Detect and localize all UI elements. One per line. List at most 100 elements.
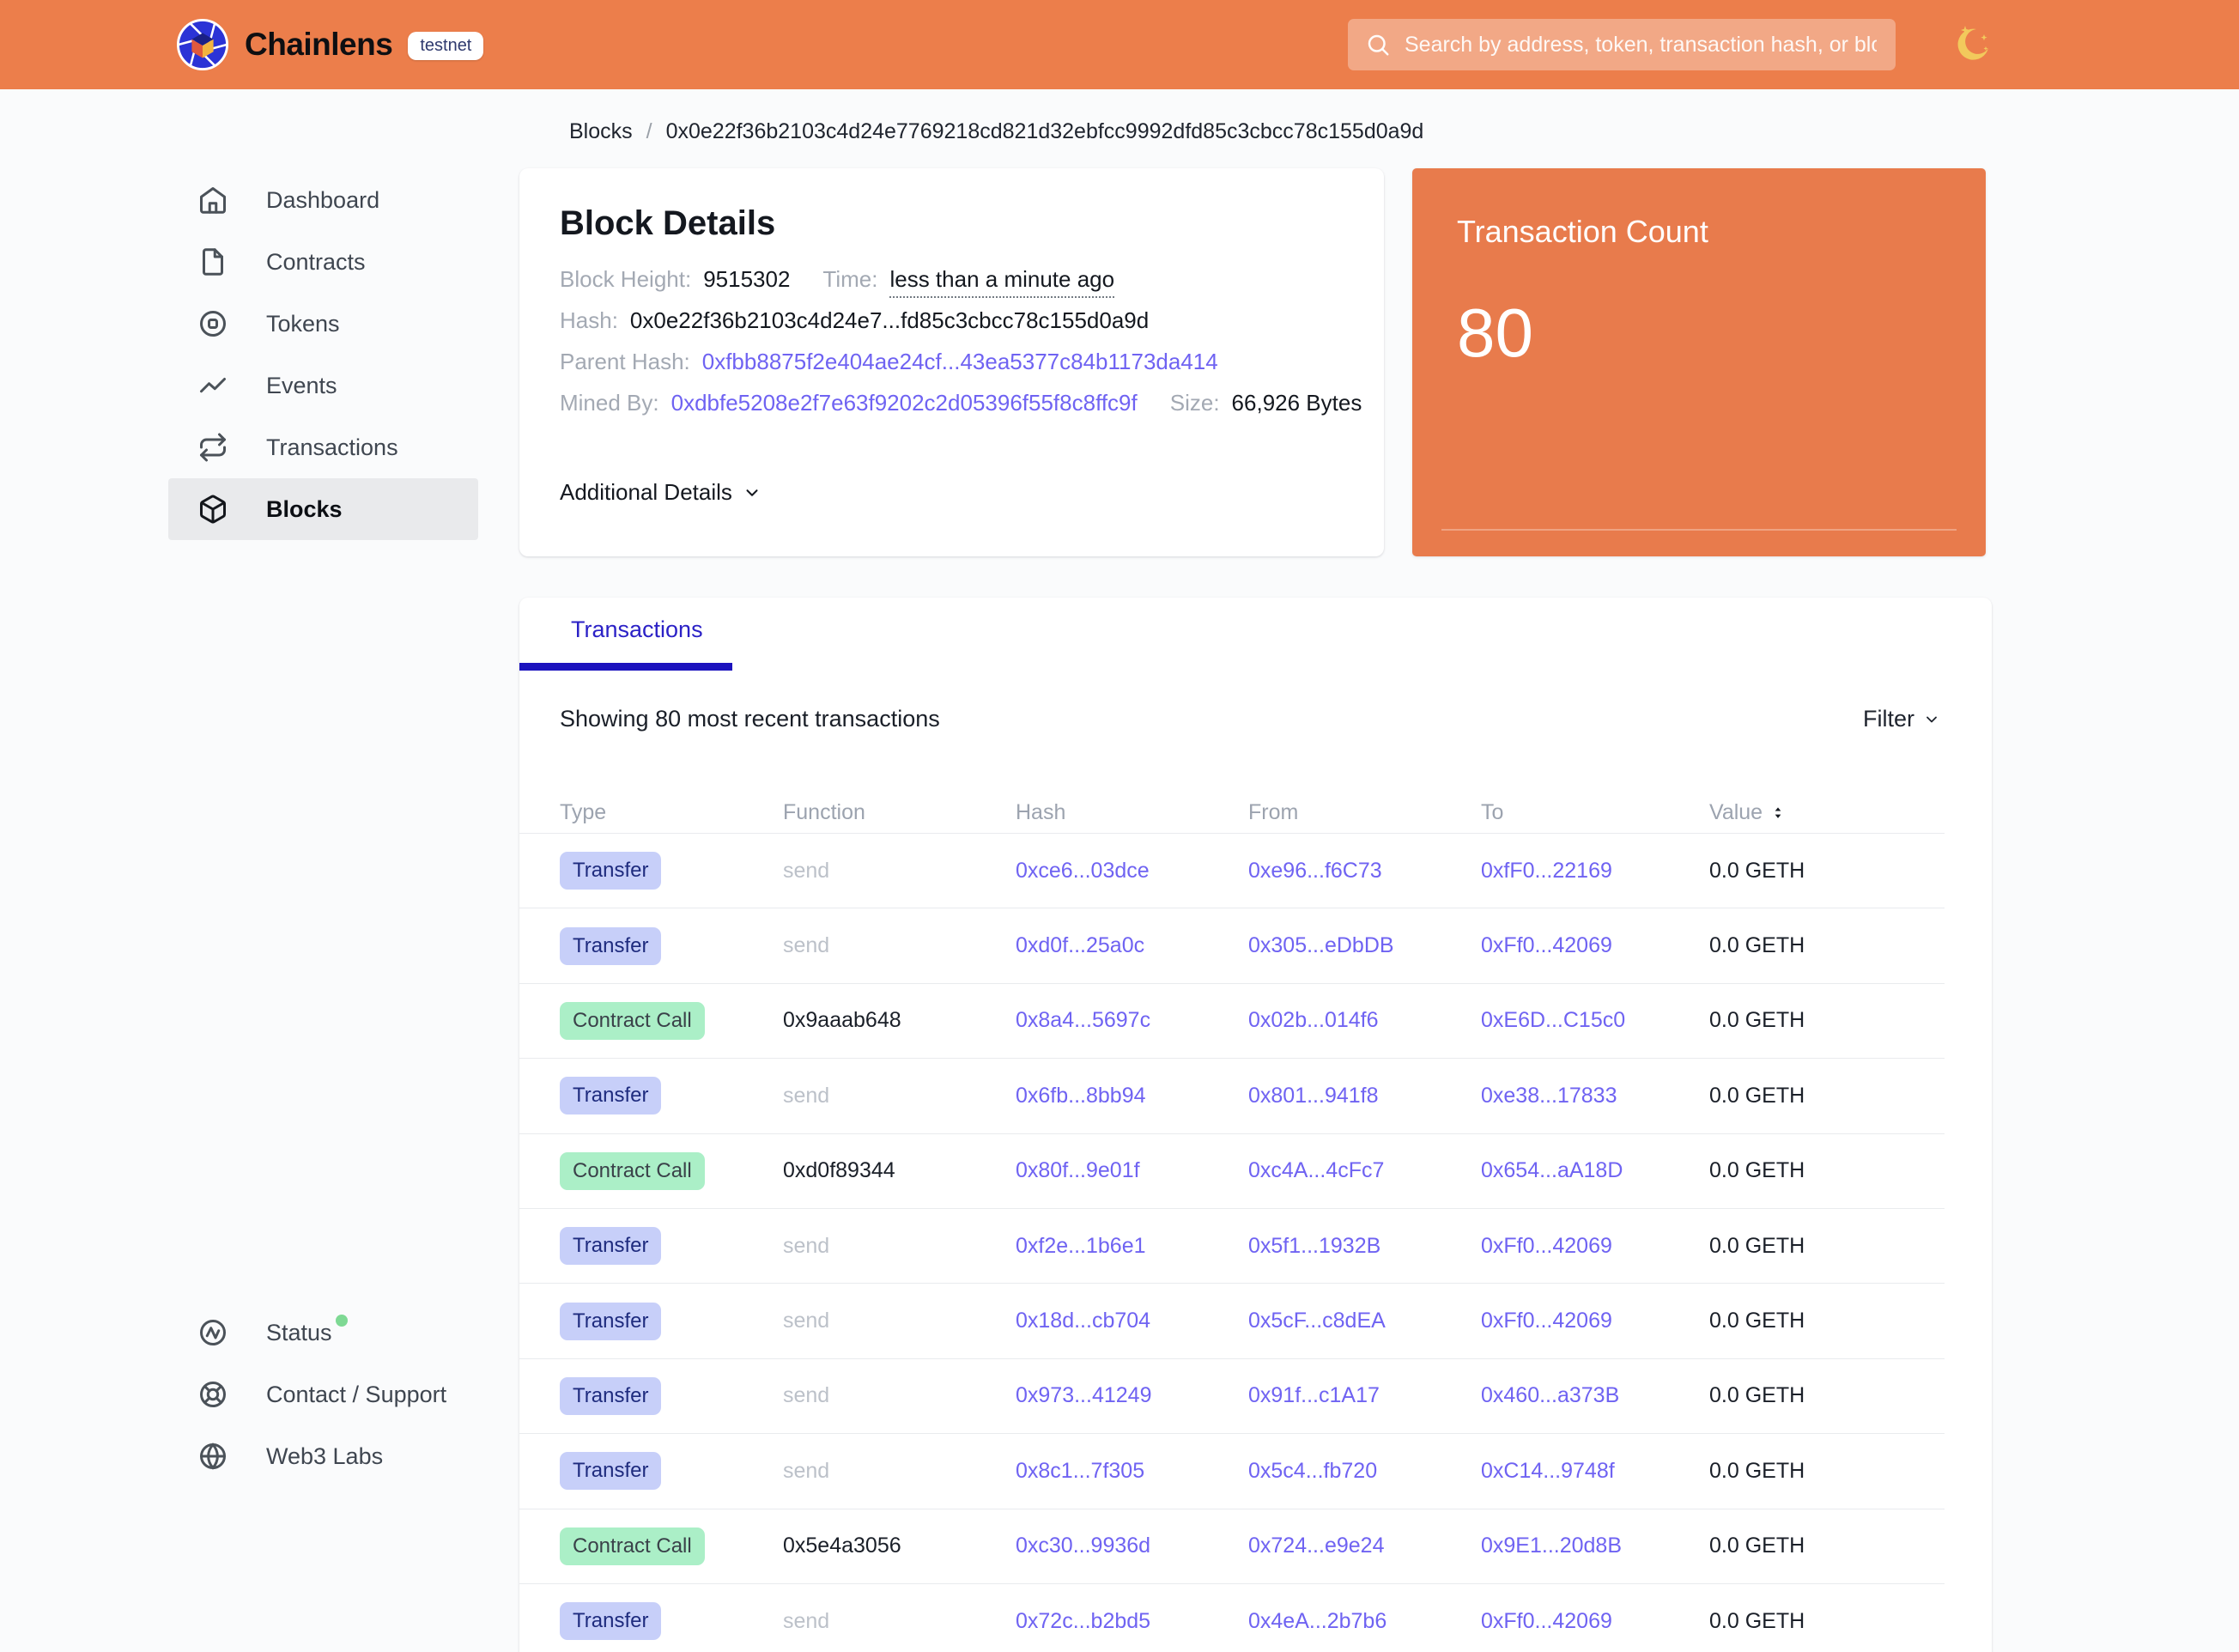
tx-value: 0.0 GETH: [1709, 1609, 1945, 1634]
mined-by-link[interactable]: 0xdbfe5208e2f7e63f9202c2d05396f55f8c8ffc…: [671, 390, 1138, 416]
sidebar-item-web3-labs[interactable]: Web3 Labs: [168, 1425, 478, 1487]
tx-from-link[interactable]: 0x305...eDbDB: [1248, 933, 1394, 957]
sidebar-item-blocks[interactable]: Blocks: [168, 478, 478, 540]
search-bar[interactable]: [1348, 19, 1896, 70]
tx-to-link[interactable]: 0xFf0...42069: [1481, 933, 1612, 957]
sort-icon: [1769, 805, 1787, 822]
tx-function: send: [783, 1309, 1016, 1333]
mined-by-label: Mined By:: [560, 390, 659, 416]
tx-hash-link[interactable]: 0xce6...03dce: [1016, 859, 1150, 883]
transaction-row: Transfer send 0xce6...03dce 0xe96...f6C7…: [519, 834, 1945, 908]
brand-name[interactable]: Chainlens: [245, 27, 392, 63]
tx-function: 0x9aaab648: [783, 1008, 1016, 1033]
block-details-card: Block Details Block Height: 9515302 Time…: [519, 168, 1384, 556]
tx-from-link[interactable]: 0x5cF...c8dEA: [1248, 1309, 1386, 1333]
tx-to-link[interactable]: 0x460...a373B: [1481, 1383, 1619, 1407]
tx-to-link[interactable]: 0x654...aA18D: [1481, 1158, 1623, 1182]
sidebar-item-dashboard[interactable]: Dashboard: [168, 169, 478, 231]
tx-to-link[interactable]: 0xfF0...22169: [1481, 859, 1612, 883]
col-header-type: Type: [560, 800, 783, 825]
tx-type-badge: Transfer: [560, 927, 661, 965]
transaction-count-value: 80: [1457, 294, 1986, 373]
tx-function: 0xd0f89344: [783, 1158, 1016, 1183]
tx-hash-link[interactable]: 0x18d...cb704: [1016, 1309, 1150, 1333]
size-value: 66,926 Bytes: [1232, 390, 1362, 416]
tx-value: 0.0 GETH: [1709, 1158, 1945, 1183]
tx-type-badge: Transfer: [560, 1602, 661, 1640]
tx-hash-link[interactable]: 0x6fb...8bb94: [1016, 1084, 1146, 1108]
sidebar-item-label: Web3 Labs: [266, 1443, 383, 1470]
tx-to-link[interactable]: 0xE6D...C15c0: [1481, 1008, 1625, 1032]
mined-by-row: Mined By: 0xdbfe5208e2f7e63f9202c2d05396…: [560, 390, 1350, 431]
tx-value: 0.0 GETH: [1709, 1234, 1945, 1259]
transactions-summary: Showing 80 most recent transactions: [560, 706, 940, 732]
tx-from-link[interactable]: 0xc4A...4cFc7: [1248, 1158, 1384, 1182]
tx-value: 0.0 GETH: [1709, 1008, 1945, 1033]
tx-from-link[interactable]: 0xe96...f6C73: [1248, 859, 1382, 883]
tx-from-link[interactable]: 0x724...e9e24: [1248, 1534, 1384, 1558]
tx-to-link[interactable]: 0xFf0...42069: [1481, 1234, 1612, 1258]
tx-function: 0x5e4a3056: [783, 1534, 1016, 1558]
tx-from-link[interactable]: 0x02b...014f6: [1248, 1008, 1379, 1032]
sidebar-item-label: Contracts: [266, 249, 366, 276]
sidebar-item-status[interactable]: Status: [168, 1302, 478, 1364]
token-icon: [197, 308, 228, 339]
tab-transactions[interactable]: Transactions: [571, 616, 703, 643]
chevron-down-icon: [1923, 711, 1940, 728]
tx-value: 0.0 GETH: [1709, 1084, 1945, 1108]
transaction-row: Contract Call 0x9aaab648 0x8a4...5697c 0…: [519, 984, 1945, 1059]
tx-from-link[interactable]: 0x4eA...2b7b6: [1248, 1609, 1386, 1633]
sidebar-item-transactions[interactable]: Transactions: [168, 416, 478, 478]
chevron-down-icon: [743, 483, 762, 502]
status-online-dot: [336, 1315, 348, 1327]
page: Chainlens testnet Blocks / 0x0e22f36b210…: [0, 0, 2239, 1652]
breadcrumb-section-link[interactable]: Blocks: [569, 119, 633, 144]
filter-button[interactable]: Filter: [1863, 706, 1940, 732]
sidebar-item-contact-support[interactable]: Contact / Support: [168, 1364, 478, 1425]
tx-from-link[interactable]: 0x801...941f8: [1248, 1084, 1379, 1108]
tx-hash-link[interactable]: 0xd0f...25a0c: [1016, 933, 1144, 957]
col-header-function: Function: [783, 800, 1016, 825]
tx-to-link[interactable]: 0xFf0...42069: [1481, 1309, 1612, 1333]
tx-function: send: [783, 1459, 1016, 1484]
tx-hash-link[interactable]: 0x80f...9e01f: [1016, 1158, 1140, 1182]
filter-label: Filter: [1863, 706, 1914, 732]
tx-hash-link[interactable]: 0x8a4...5697c: [1016, 1008, 1150, 1032]
block-height-label: Block Height:: [560, 266, 691, 293]
value-sort-button[interactable]: [1769, 805, 1787, 822]
sidebar-item-tokens[interactable]: Tokens: [168, 293, 478, 355]
sidebar-item-events[interactable]: Events: [168, 355, 478, 416]
tx-from-link[interactable]: 0x5f1...1932B: [1248, 1234, 1380, 1258]
time-label: Time:: [822, 266, 877, 293]
col-header-from: From: [1248, 800, 1481, 825]
tx-type-badge: Contract Call: [560, 1152, 705, 1190]
tx-hash-link[interactable]: 0x72c...b2bd5: [1016, 1609, 1150, 1633]
tx-hash-link[interactable]: 0xc30...9936d: [1016, 1534, 1150, 1558]
sidebar-item-label: Status: [266, 1320, 332, 1346]
transactions-repeat-icon: [197, 432, 228, 463]
tx-value: 0.0 GETH: [1709, 1459, 1945, 1484]
tx-to-link[interactable]: 0xC14...9748f: [1481, 1459, 1615, 1483]
additional-details-toggle[interactable]: Additional Details: [560, 479, 762, 506]
tx-to-link[interactable]: 0xFf0...42069: [1481, 1609, 1612, 1633]
breadcrumb: Blocks / 0x0e22f36b2103c4d24e7769218cd82…: [569, 119, 1423, 144]
tx-to-link[interactable]: 0x9E1...20d8B: [1481, 1534, 1622, 1558]
tx-function: send: [783, 1609, 1016, 1634]
tx-type-badge: Transfer: [560, 1077, 661, 1114]
block-details-title: Block Details: [560, 203, 1350, 244]
tx-function: send: [783, 1234, 1016, 1259]
search-input[interactable]: [1403, 32, 1878, 58]
tx-hash-link[interactable]: 0xf2e...1b6e1: [1016, 1234, 1146, 1258]
dark-mode-toggle[interactable]: [1949, 23, 1992, 66]
transaction-row: Transfer send 0x18d...cb704 0x5cF...c8dE…: [519, 1284, 1945, 1358]
tx-function: send: [783, 1084, 1016, 1108]
tx-hash-link[interactable]: 0x973...41249: [1016, 1383, 1151, 1407]
tx-from-link[interactable]: 0x91f...c1A17: [1248, 1383, 1380, 1407]
tx-to-link[interactable]: 0xe38...17833: [1481, 1084, 1617, 1108]
tx-hash-link[interactable]: 0x8c1...7f305: [1016, 1459, 1144, 1483]
parent-hash-link[interactable]: 0xfbb8875f2e404ae24cf...43ea5377c84b1173…: [702, 349, 1218, 375]
sidebar-item-contracts[interactable]: Contracts: [168, 231, 478, 293]
tx-from-link[interactable]: 0x5c4...fb720: [1248, 1459, 1377, 1483]
top-header-bar: Chainlens testnet: [0, 0, 2239, 89]
sidebar-item-label: Tokens: [266, 311, 340, 337]
